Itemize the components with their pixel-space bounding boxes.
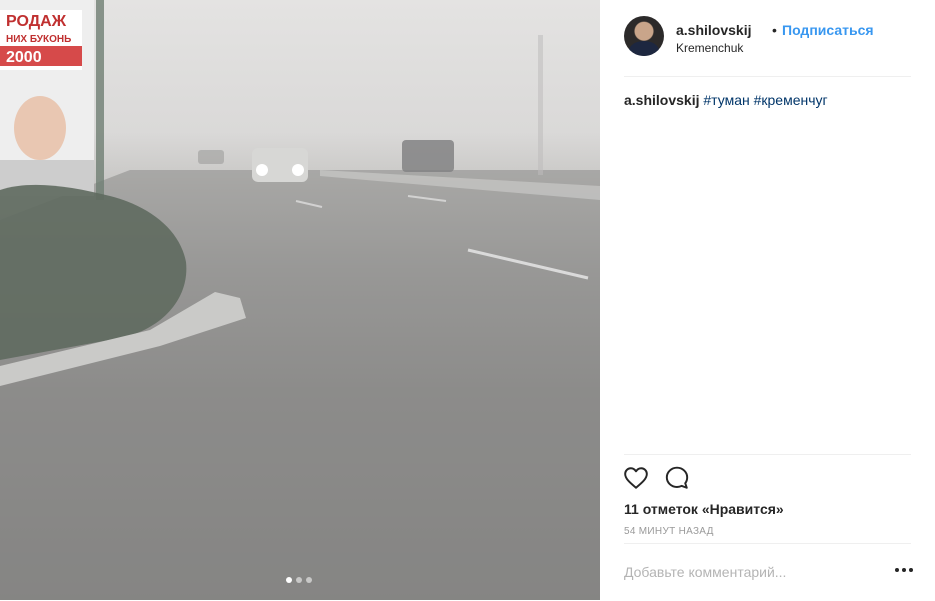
separator-dot: • <box>772 22 777 38</box>
carousel-indicator <box>286 577 312 583</box>
comment-form <box>624 543 913 601</box>
more-options-icon[interactable] <box>895 566 913 574</box>
billboard-text-line2: НИХ БУКОНЬ <box>6 34 71 45</box>
follow-button[interactable]: Подписаться <box>782 22 874 38</box>
carousel-dot[interactable] <box>296 577 302 583</box>
foggy-street-image: РОДАЖ НИХ БУКОНЬ 2000 <box>0 0 600 600</box>
post-sidebar: a.shilovskij • Подписаться Kremenchuk a.… <box>600 0 935 600</box>
avatar[interactable] <box>624 16 664 56</box>
post-actions: 11 отметок «Нравится» 54 минут назад <box>624 454 911 545</box>
post-header: a.shilovskij • Подписаться Kremenchuk <box>624 16 911 77</box>
comment-input[interactable] <box>624 564 874 580</box>
hashtag-link[interactable]: #кременчуг <box>754 92 828 108</box>
post-caption: a.shilovskij #туман #кременчуг <box>624 92 828 108</box>
likes-count[interactable]: 11 отметок «Нравится» <box>624 501 784 517</box>
author-username[interactable]: a.shilovskij <box>676 22 751 38</box>
billboard-price: 2000 <box>6 49 42 66</box>
location-link[interactable]: Kremenchuk <box>676 41 743 55</box>
carousel-dot[interactable] <box>286 577 292 583</box>
heart-icon[interactable] <box>623 465 649 491</box>
billboard-text-line1: РОДАЖ <box>6 13 67 30</box>
hashtag-link[interactable]: #туман <box>703 92 749 108</box>
post-photo[interactable]: РОДАЖ НИХ БУКОНЬ 2000 <box>0 0 600 600</box>
caption-username[interactable]: a.shilovskij <box>624 92 699 108</box>
comment-icon[interactable] <box>664 465 690 491</box>
carousel-dot[interactable] <box>306 577 312 583</box>
post-timestamp[interactable]: 54 минут назад <box>624 526 714 537</box>
